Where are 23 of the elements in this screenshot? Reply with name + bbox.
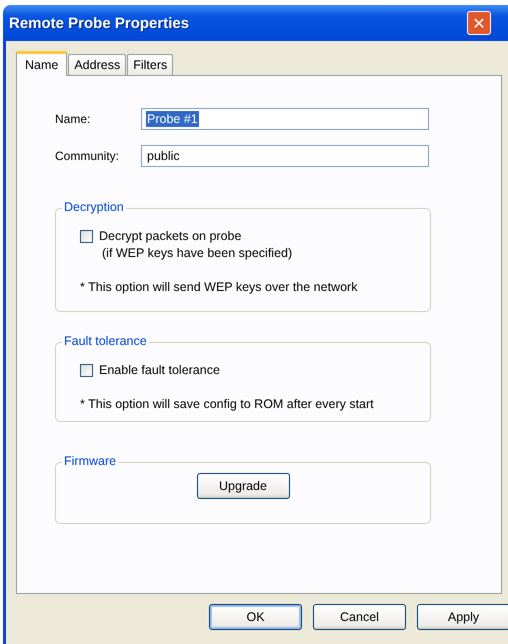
field-label: Community: bbox=[55, 149, 120, 163]
upgrade-button[interactable]: Upgrade bbox=[196, 473, 290, 499]
group-title: Firmware bbox=[62, 454, 118, 468]
close-button[interactable]: ✕ bbox=[467, 11, 491, 35]
tab[interactable]: Filters bbox=[127, 54, 174, 75]
dialog-button[interactable]: Cancel bbox=[313, 604, 406, 630]
tab[interactable]: Name bbox=[16, 51, 68, 76]
tab[interactable]: Address bbox=[68, 54, 126, 75]
checkbox-hint: (if WEP keys have been specified) bbox=[101, 246, 292, 260]
field-label: Name: bbox=[55, 112, 92, 126]
checkbox-label[interactable]: Decrypt packets on probe bbox=[99, 229, 292, 243]
checkbox[interactable] bbox=[80, 364, 93, 377]
checkbox[interactable] bbox=[80, 230, 93, 243]
input-field[interactable]: Probe #1 bbox=[141, 108, 429, 130]
group-title: Decryption bbox=[62, 200, 126, 214]
checkbox-label[interactable]: Enable fault tolerance bbox=[99, 363, 220, 377]
window-title: Remote Probe Properties bbox=[9, 14, 190, 32]
dialog-button[interactable]: Apply bbox=[417, 604, 508, 630]
dialog-button[interactable]: OK bbox=[209, 604, 302, 630]
note-text: * This option will save config to ROM after every start bbox=[80, 397, 375, 411]
note-text: * This option will send WEP keys over the network bbox=[80, 280, 358, 294]
group-title: Fault tolerance bbox=[62, 334, 149, 348]
input-field[interactable]: public bbox=[141, 145, 429, 167]
